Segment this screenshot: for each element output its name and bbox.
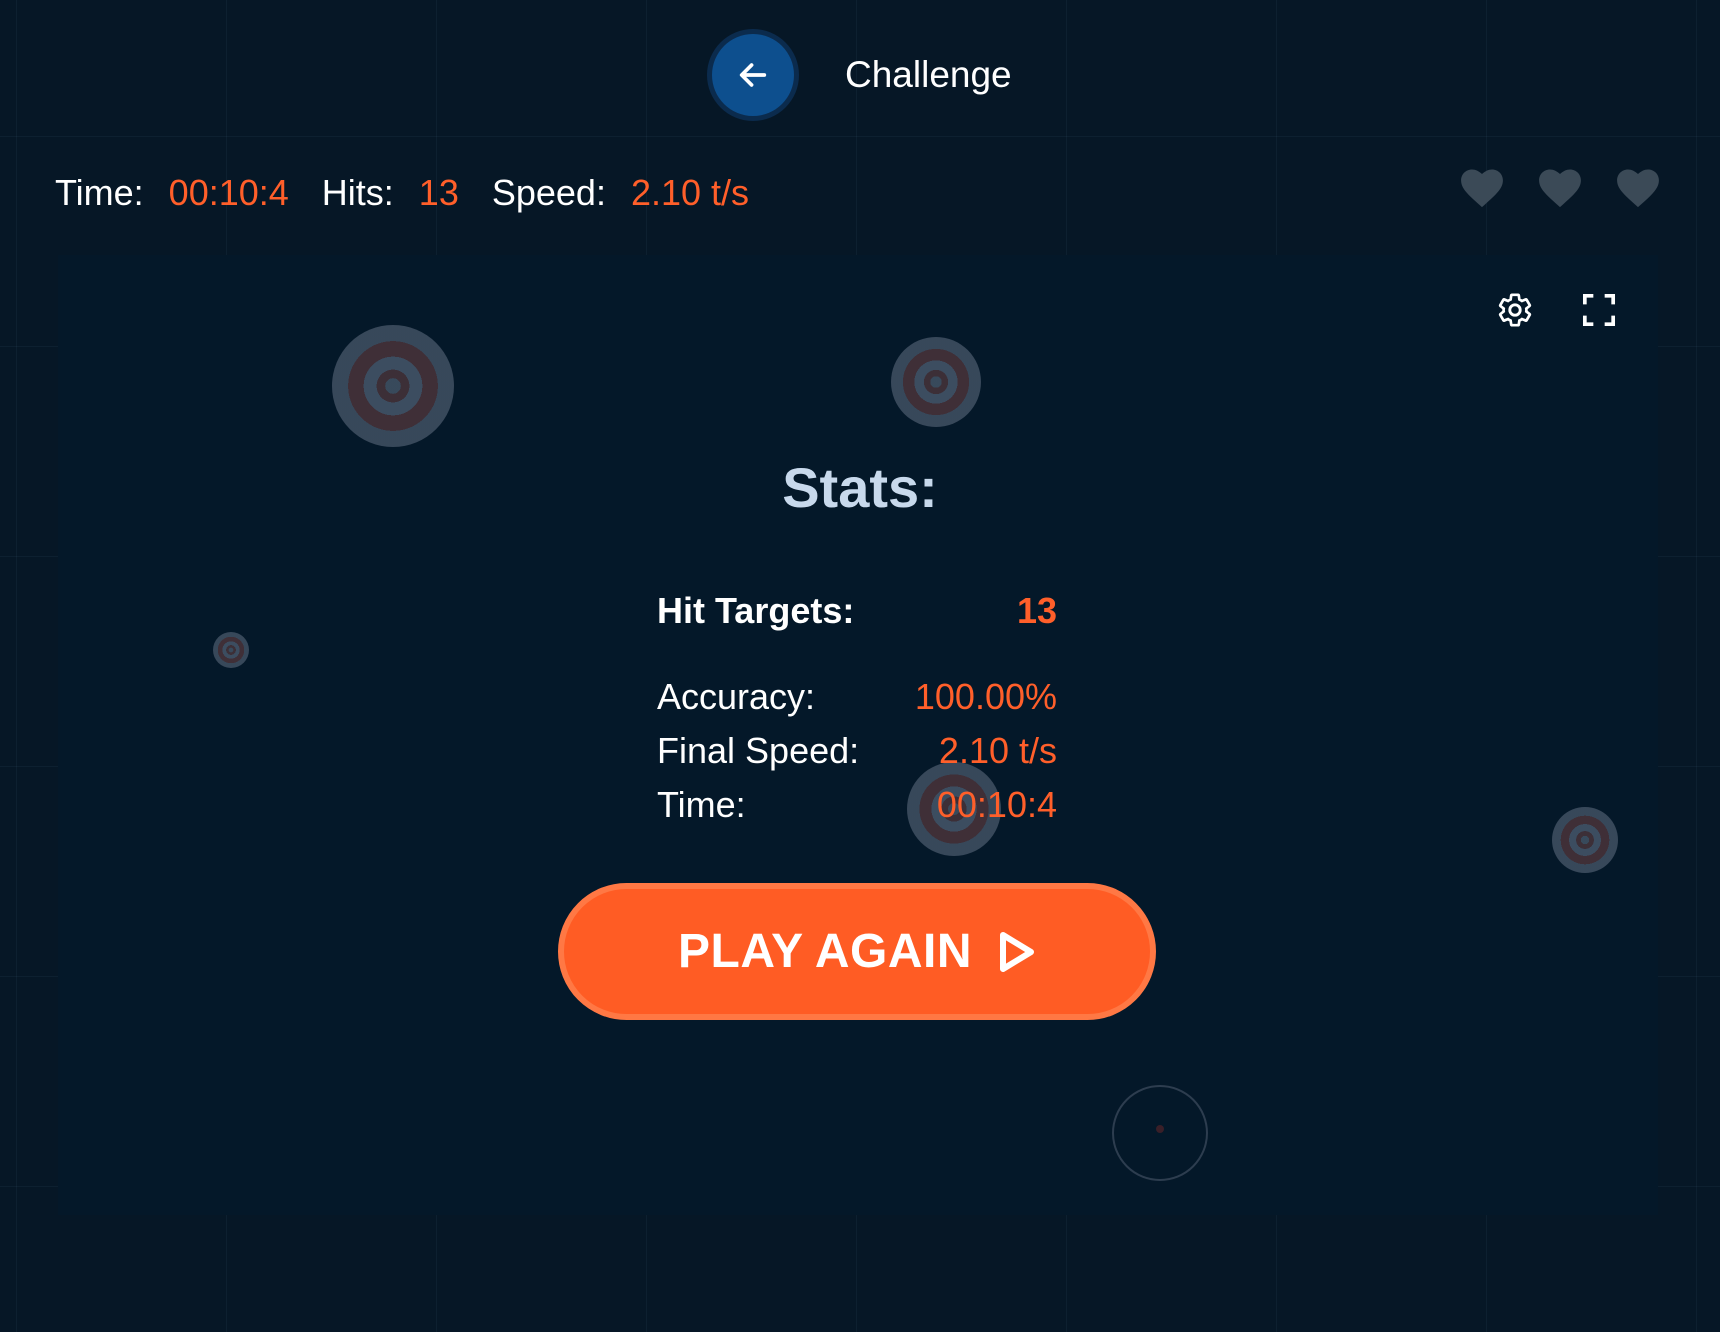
lives <box>1460 168 1660 208</box>
game-screen: Challenge Time: 00:10:4 Hits: 13 Speed: … <box>0 0 1720 1332</box>
play-icon <box>999 931 1034 972</box>
stats-bar: Time: 00:10:4 Hits: 13 Speed: 2.10 t/s <box>55 168 782 218</box>
gear-icon <box>1498 293 1532 327</box>
fullscreen-icon <box>1582 293 1616 327</box>
accuracy-label: Accuracy: <box>657 676 816 717</box>
back-button[interactable] <box>712 34 794 116</box>
hit-targets-label: Hit Targets: <box>657 590 855 631</box>
stats-title: Stats: <box>782 456 938 519</box>
summary-time-value: 00:10:4 <box>936 784 1057 825</box>
hit-targets-value: 13 <box>1016 590 1057 631</box>
final-speed-value: 2.10 t/s <box>938 730 1057 771</box>
hits-value: 13 <box>418 172 459 213</box>
time-value: 00:10:4 <box>168 172 289 213</box>
accuracy-row: Accuracy: 100.00% <box>657 676 1057 718</box>
fullscreen-button[interactable] <box>1579 290 1619 330</box>
target-center-dot <box>1156 1125 1164 1133</box>
final-speed-row: Final Speed: 2.10 t/s <box>657 730 1057 772</box>
heart-icon <box>1539 169 1581 208</box>
target-outline <box>1112 1085 1208 1181</box>
target[interactable] <box>213 632 249 668</box>
summary-time-label: Time: <box>657 784 746 825</box>
accuracy-value: 100.00% <box>914 676 1057 717</box>
speed-value: 2.10 t/s <box>630 172 750 213</box>
target[interactable] <box>891 337 981 427</box>
time-row: Time: 00:10:4 <box>657 784 1057 826</box>
page-title: Challenge <box>845 54 1012 95</box>
play-again-button[interactable]: PLAY AGAIN <box>558 883 1156 1020</box>
header: Challenge <box>0 0 1720 150</box>
heart-icon <box>1617 169 1659 208</box>
speed-label: Speed: <box>491 172 606 213</box>
final-speed-label: Final Speed: <box>657 730 860 771</box>
time-label: Time: <box>55 172 144 213</box>
arrow-left-icon <box>739 63 767 87</box>
hits-label: Hits: <box>321 172 394 213</box>
play-again-label: PLAY AGAIN <box>678 925 972 978</box>
heart-icon <box>1461 169 1503 208</box>
target[interactable] <box>332 325 454 447</box>
settings-button[interactable] <box>1495 290 1535 330</box>
hit-targets-row: Hit Targets: 13 <box>657 590 1057 632</box>
target[interactable] <box>1552 807 1618 873</box>
